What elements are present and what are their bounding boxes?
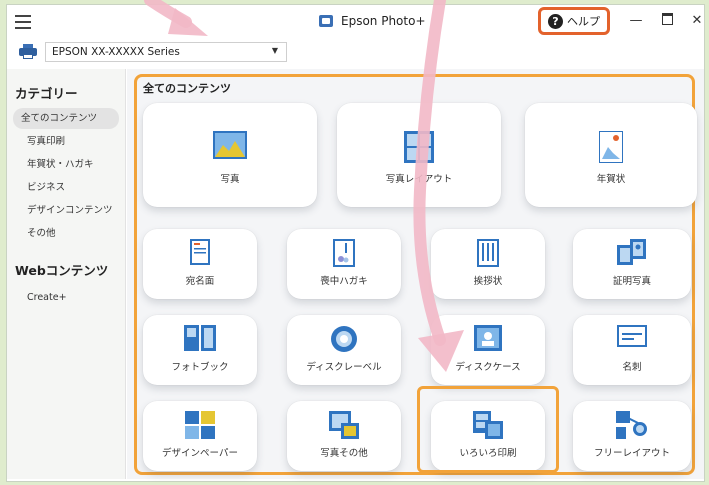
card-label: 挨拶状 — [473, 276, 503, 287]
card-design-paper[interactable]: デザインペーパー — [143, 401, 257, 471]
free-layout-icon — [616, 411, 647, 439]
photo-icon — [213, 131, 247, 159]
address-side-icon — [190, 239, 210, 265]
card-label: 年賀状 — [596, 174, 626, 185]
app-title: Epson Photo+ — [319, 14, 426, 28]
card-disc-case[interactable]: ディスクケース — [431, 315, 545, 385]
business-card-icon — [617, 325, 647, 347]
printer-select-value: EPSON XX-XXXXX Series — [52, 46, 180, 58]
sidebar: カテゴリー 全てのコンテンツ 写真印刷 年賀状・ハガキ ビジネス デザインコンテ… — [7, 69, 126, 479]
help-button[interactable]: ? ヘルプ — [538, 7, 610, 35]
card-label: ディスクケース — [455, 362, 521, 373]
web-contents-heading: Webコンテンツ — [15, 263, 109, 278]
various-print-icon — [473, 411, 503, 439]
sidebar-item-all-contents[interactable]: 全てのコンテンツ — [13, 108, 119, 129]
sidebar-item-create-plus[interactable]: Create+ — [13, 287, 119, 308]
card-label: 写真 — [220, 174, 240, 185]
card-label: 喪中ハガキ — [320, 276, 368, 287]
card-address-side[interactable]: 宛名面 — [143, 229, 257, 299]
sidebar-item-other[interactable]: その他 — [13, 223, 119, 244]
photo-layout-icon — [404, 131, 434, 163]
greeting-card-icon — [477, 239, 499, 267]
disc-label-icon — [331, 326, 357, 352]
new-year-card-icon — [599, 131, 623, 163]
maximize-button[interactable] — [657, 13, 677, 29]
sidebar-item-new-year-postcards[interactable]: 年賀状・ハガキ — [13, 154, 119, 175]
sidebar-item-business[interactable]: ビジネス — [13, 177, 119, 198]
mourning-postcard-icon — [333, 239, 355, 267]
app-window: Epson Photo+ ? ヘルプ — ✕ EPSON XX-XXXXX Se… — [6, 4, 705, 482]
help-question-icon: ? — [548, 13, 563, 29]
card-label: フォトブック — [171, 362, 229, 373]
photobook-icon — [184, 325, 216, 351]
hamburger-menu-icon[interactable] — [15, 15, 31, 29]
maximize-icon — [661, 13, 673, 25]
title-bar: Epson Photo+ ? ヘルプ — ✕ — [7, 5, 704, 39]
photo-other-icon — [329, 411, 359, 439]
card-mourning-postcard[interactable]: 喪中ハガキ — [287, 229, 401, 299]
card-label: ディスクレーベル — [306, 362, 382, 373]
design-paper-icon — [185, 411, 215, 439]
sidebar-item-design-contents[interactable]: デザインコンテンツ — [13, 200, 119, 221]
id-photo-icon — [617, 239, 646, 265]
card-disc-label[interactable]: ディスクレーベル — [287, 315, 401, 385]
card-label: デザインペーパー — [162, 448, 238, 459]
printer-select[interactable]: EPSON XX-XXXXX Series ▼ — [45, 42, 287, 62]
disc-case-icon — [474, 325, 502, 351]
app-title-text: Epson Photo+ — [341, 14, 426, 28]
card-photo-other[interactable]: 写真その他 — [287, 401, 401, 471]
sidebar-item-photo-print[interactable]: 写真印刷 — [13, 131, 119, 152]
categories-heading: カテゴリー — [15, 86, 78, 101]
content-area: 全てのコンテンツ 写真 写真レイアウト 年賀状 宛名面 喪中ハガキ 挨拶状 証明… — [127, 69, 704, 479]
card-new-year-card[interactable]: 年賀状 — [525, 103, 697, 207]
card-label: 写真レイアウト — [385, 174, 453, 185]
card-greeting-card[interactable]: 挨拶状 — [431, 229, 545, 299]
card-label: いろいろ印刷 — [459, 448, 517, 459]
chevron-down-icon: ▼ — [271, 46, 278, 55]
card-label: 写真その他 — [320, 448, 368, 459]
section-title: 全てのコンテンツ — [143, 82, 231, 95]
printer-icon — [19, 44, 37, 59]
printer-row: EPSON XX-XXXXX Series ▼ — [7, 39, 704, 67]
card-photobook[interactable]: フォトブック — [143, 315, 257, 385]
card-label: フリーレイアウト — [593, 448, 670, 459]
card-label: 証明写真 — [612, 276, 651, 287]
app-logo-icon — [319, 15, 333, 27]
minimize-button[interactable]: — — [626, 13, 646, 28]
card-free-layout[interactable]: フリーレイアウト — [573, 401, 691, 471]
card-label: 名刺 — [622, 362, 642, 373]
card-photo[interactable]: 写真 — [143, 103, 317, 207]
card-various-print[interactable]: いろいろ印刷 — [431, 401, 545, 471]
help-label: ヘルプ — [567, 15, 600, 28]
card-business-card[interactable]: 名刺 — [573, 315, 691, 385]
card-id-photo[interactable]: 証明写真 — [573, 229, 691, 299]
close-button[interactable]: ✕ — [687, 13, 707, 28]
card-photo-layout[interactable]: 写真レイアウト — [337, 103, 501, 207]
card-label: 宛名面 — [185, 276, 215, 287]
